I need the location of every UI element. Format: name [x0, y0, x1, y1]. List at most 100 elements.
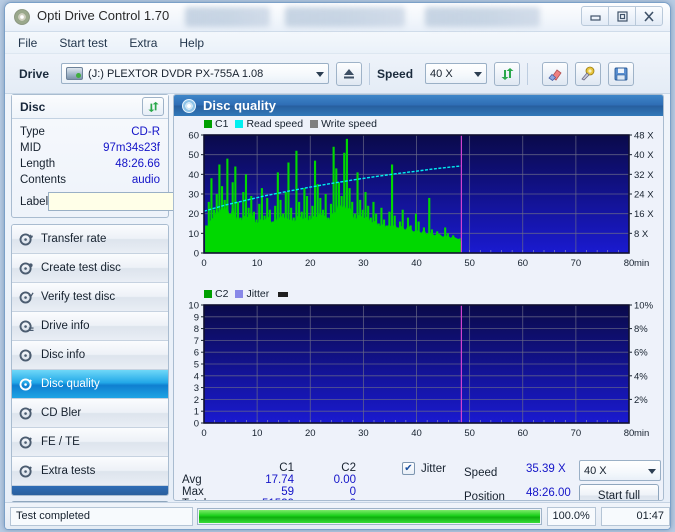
svg-text:8%: 8%	[634, 324, 648, 335]
stats-row-avg: Avg 17.74 0.00	[182, 474, 432, 486]
disc-row-value: 97m34s23f	[103, 142, 160, 154]
legend-swatch	[204, 290, 212, 298]
svg-text:10%: 10%	[634, 301, 654, 312]
svg-text:5: 5	[194, 360, 199, 371]
sidebar-item-fe-te[interactable]: FE / TE	[12, 428, 168, 457]
results-area: C1 C2 Avg 17.74 0.00 Max 59 0 Total	[174, 460, 663, 500]
save-button[interactable]	[608, 61, 635, 86]
svg-text:6: 6	[194, 348, 199, 359]
sidebar-item-disc-quality[interactable]: Disc quality	[12, 370, 168, 399]
disc-row-key: Contents	[20, 174, 67, 186]
menu-bar: File Start test Extra Help	[5, 32, 670, 54]
sidebar-item-cd-bler[interactable]: CD Bler	[12, 399, 168, 428]
disc-row-mid: MID 97m34s23f	[20, 140, 160, 156]
sidebar-item-verify-test-disc[interactable]: Verify test disc	[12, 283, 168, 312]
disc-panel-title: Disc	[20, 99, 46, 114]
disc-refresh-button[interactable]	[142, 97, 164, 116]
svg-text:40: 40	[188, 170, 199, 181]
speed-label: Speed	[377, 66, 414, 81]
svg-text:40: 40	[411, 428, 422, 439]
stats-row-label: Max	[182, 486, 204, 498]
legend-entry-jitter: Jitter	[235, 288, 269, 300]
menu-help[interactable]: Help	[176, 35, 207, 51]
c1-chart-legend: C1 Read speed Write speed	[204, 118, 384, 130]
legend-entry-c2: C2	[204, 288, 228, 300]
svg-text:48 X: 48 X	[634, 131, 654, 142]
position-readout-value: 48:26.00	[526, 487, 571, 499]
drive-select[interactable]: (J:) PLEXTOR DVDR PX-755A 1.08	[61, 63, 330, 84]
position-readout-label: Position	[464, 491, 505, 501]
c2-chart: C2 Jitter 0 1 2 3 4 5 6 7 8 9 10 2% 4% 6% 8% 10% 0 10 20 30…	[174, 288, 663, 456]
svg-text:8 X: 8 X	[634, 229, 649, 240]
menu-file[interactable]: File	[15, 35, 40, 51]
disc-test-icon	[19, 464, 34, 479]
legend-entry-write-speed: Write speed	[310, 118, 377, 130]
disc-info-panel: Disc Type CD-R MID 97m34s23f Length 48:2…	[11, 94, 253, 218]
legend-entry-read-speed: Read speed	[235, 118, 303, 130]
sidebar-item-label: Verify test disc	[41, 291, 116, 303]
jitter-toggle[interactable]: ✔ Jitter	[402, 462, 446, 475]
legend-label: C2	[215, 288, 229, 300]
c1-chart: C1 Read speed Write speed 0 10 20 30 40 50 60 8…	[174, 116, 663, 288]
menu-start-test[interactable]: Start test	[56, 35, 110, 51]
eject-button[interactable]	[336, 61, 363, 86]
disc-row-value: audio	[131, 174, 160, 186]
speed-select[interactable]: 40 X	[425, 63, 488, 84]
disc-label-key: Label	[20, 195, 49, 208]
svg-text:4: 4	[194, 371, 199, 382]
sidebar-item-transfer-rate[interactable]: Transfer rate	[12, 225, 168, 254]
svg-text:30: 30	[188, 190, 199, 201]
sidebar-item-extra-tests[interactable]: Extra tests	[12, 457, 168, 486]
blurred-region	[285, 7, 405, 27]
start-full-button[interactable]: Start full	[579, 484, 659, 500]
jitter-checkbox[interactable]: ✔	[402, 462, 415, 475]
readout-position-row: Position 48:26.00	[464, 487, 571, 501]
svg-text:20: 20	[188, 209, 199, 220]
svg-text:min: min	[634, 428, 649, 439]
status-message: Test completed	[10, 506, 193, 526]
speed-readout-label: Speed	[464, 467, 498, 479]
eraser-button[interactable]	[542, 61, 569, 86]
svg-text:50: 50	[188, 150, 199, 161]
sidebar-item-label: Transfer rate	[41, 233, 107, 245]
c1-chart-canvas: 0 10 20 30 40 50 60 8 X 16 X 24 X 32 X 40 X 48 X 0 10 2…	[188, 131, 654, 269]
svg-text:2: 2	[194, 395, 199, 406]
speed-readout-value: 35.39 X	[526, 463, 566, 475]
close-button[interactable]	[635, 6, 663, 26]
minimize-button[interactable]	[581, 6, 609, 26]
status-bar: Test completed 100.0% 01:47	[5, 502, 670, 529]
application-window: Opti Drive Control 1.70 File Start test …	[4, 2, 671, 530]
settings-button[interactable]	[575, 61, 602, 86]
svg-text:20: 20	[305, 428, 316, 439]
sidebar-item-drive-info[interactable]: Drive info	[12, 312, 168, 341]
sidebar-item-label: Disc quality	[41, 378, 100, 390]
svg-text:8: 8	[194, 324, 199, 335]
svg-text:20: 20	[305, 258, 316, 269]
disc-row-value: 48:26.66	[115, 158, 160, 170]
legend-label: Jitter	[246, 288, 270, 300]
test-speed-select[interactable]: 40 X	[579, 460, 661, 481]
sidebar-accent-strip	[12, 486, 168, 495]
sidebar-item-label: Create test disc	[41, 262, 121, 274]
error-stats-table: C1 C2 Avg 17.74 0.00 Max 59 0 Total	[182, 462, 432, 500]
sidebar-item-create-test-disc[interactable]: Create test disc	[12, 254, 168, 283]
refresh-button[interactable]	[494, 61, 521, 86]
disc-label-row: Label	[20, 192, 253, 211]
chevron-down-icon	[316, 71, 325, 77]
maximize-button[interactable]	[608, 6, 636, 26]
progress-bar-fill	[198, 509, 540, 523]
main-panel-header: Disc quality	[174, 95, 663, 116]
disc-test-icon	[19, 290, 34, 305]
stats-value-c2: 0	[349, 486, 356, 498]
menu-extra[interactable]: Extra	[126, 35, 160, 51]
stats-value-c1: 17.74	[265, 474, 294, 486]
c2-chart-legend: C2 Jitter	[204, 288, 291, 300]
svg-text:80: 80	[624, 428, 635, 439]
stats-value-c1: 59	[281, 486, 294, 498]
svg-text:6%: 6%	[634, 348, 648, 359]
svg-text:70: 70	[571, 428, 582, 439]
svg-text:0: 0	[194, 419, 199, 430]
sidebar-item-disc-info[interactable]: Disc info	[12, 341, 168, 370]
svg-text:10: 10	[252, 258, 263, 269]
blurred-region	[425, 7, 540, 27]
